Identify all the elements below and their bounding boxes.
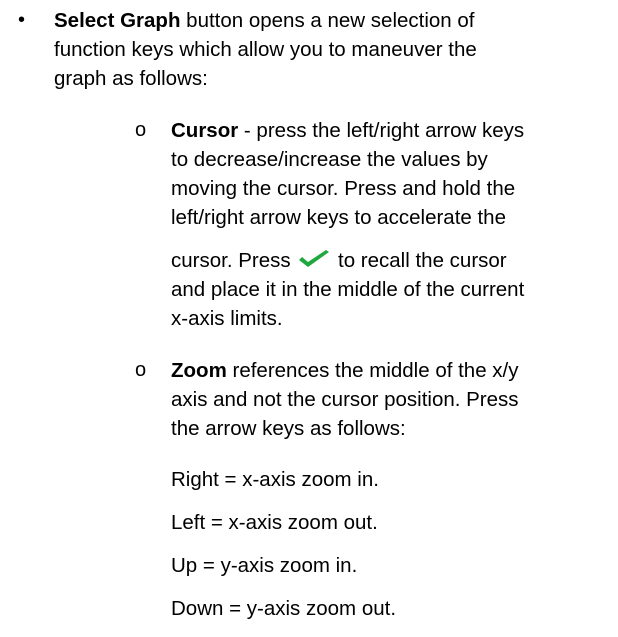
cursor-line-3: moving the cursor. Press and hold the [171,177,516,200]
select-graph-text-1: button opens a new selection of [180,9,475,32]
zoom-line-2: axis and not the cursor position. Press [171,388,519,411]
zoom-line-3: the arrow keys as follows: [171,417,406,440]
cursor-line-2: to decrease/increase the values by [171,148,488,171]
select-graph-line-3: graph as follows: [54,67,208,90]
zoom-line-1: Zoom references the middle of the x/y [171,356,519,385]
zoom-key-right: Right = x-axis zoom in. [171,468,379,491]
cursor-line-4: left/right arrow keys to accelerate the [171,206,506,229]
select-graph-line-1: Select Graph button opens a new selectio… [54,6,475,35]
cursor-term: Cursor [171,119,239,142]
cursor-line-7: x-axis limits. [171,307,283,330]
sub-bullet-marker: o [135,359,147,381]
bullet-marker: • [18,9,26,31]
cursor-line-6: and place it in the middle of the curren… [171,278,525,301]
zoom-text-1: references the middle of the x/y [226,359,519,382]
zoom-term: Zoom [171,359,227,382]
zoom-key-left: Left = x-axis zoom out. [171,511,378,534]
cursor-line-5: cursor. Press to recall the cursor [171,246,507,275]
document-page: • Select Graph button opens a new select… [0,0,618,637]
cursor-text-5a: cursor. Press [171,249,297,272]
checkmark-icon [299,250,330,267]
select-graph-term: Select Graph [54,9,181,32]
select-graph-line-2: function keys which allow you to maneuve… [54,38,477,61]
cursor-text-1: - press the left/right arrow keys [238,119,525,142]
zoom-key-up: Up = y-axis zoom in. [171,554,358,577]
zoom-key-down: Down = y-axis zoom out. [171,597,397,620]
sub-bullet-marker: o [135,119,147,141]
cursor-text-5b: to recall the cursor [332,249,507,272]
cursor-line-1: Cursor - press the left/right arrow keys [171,116,524,145]
